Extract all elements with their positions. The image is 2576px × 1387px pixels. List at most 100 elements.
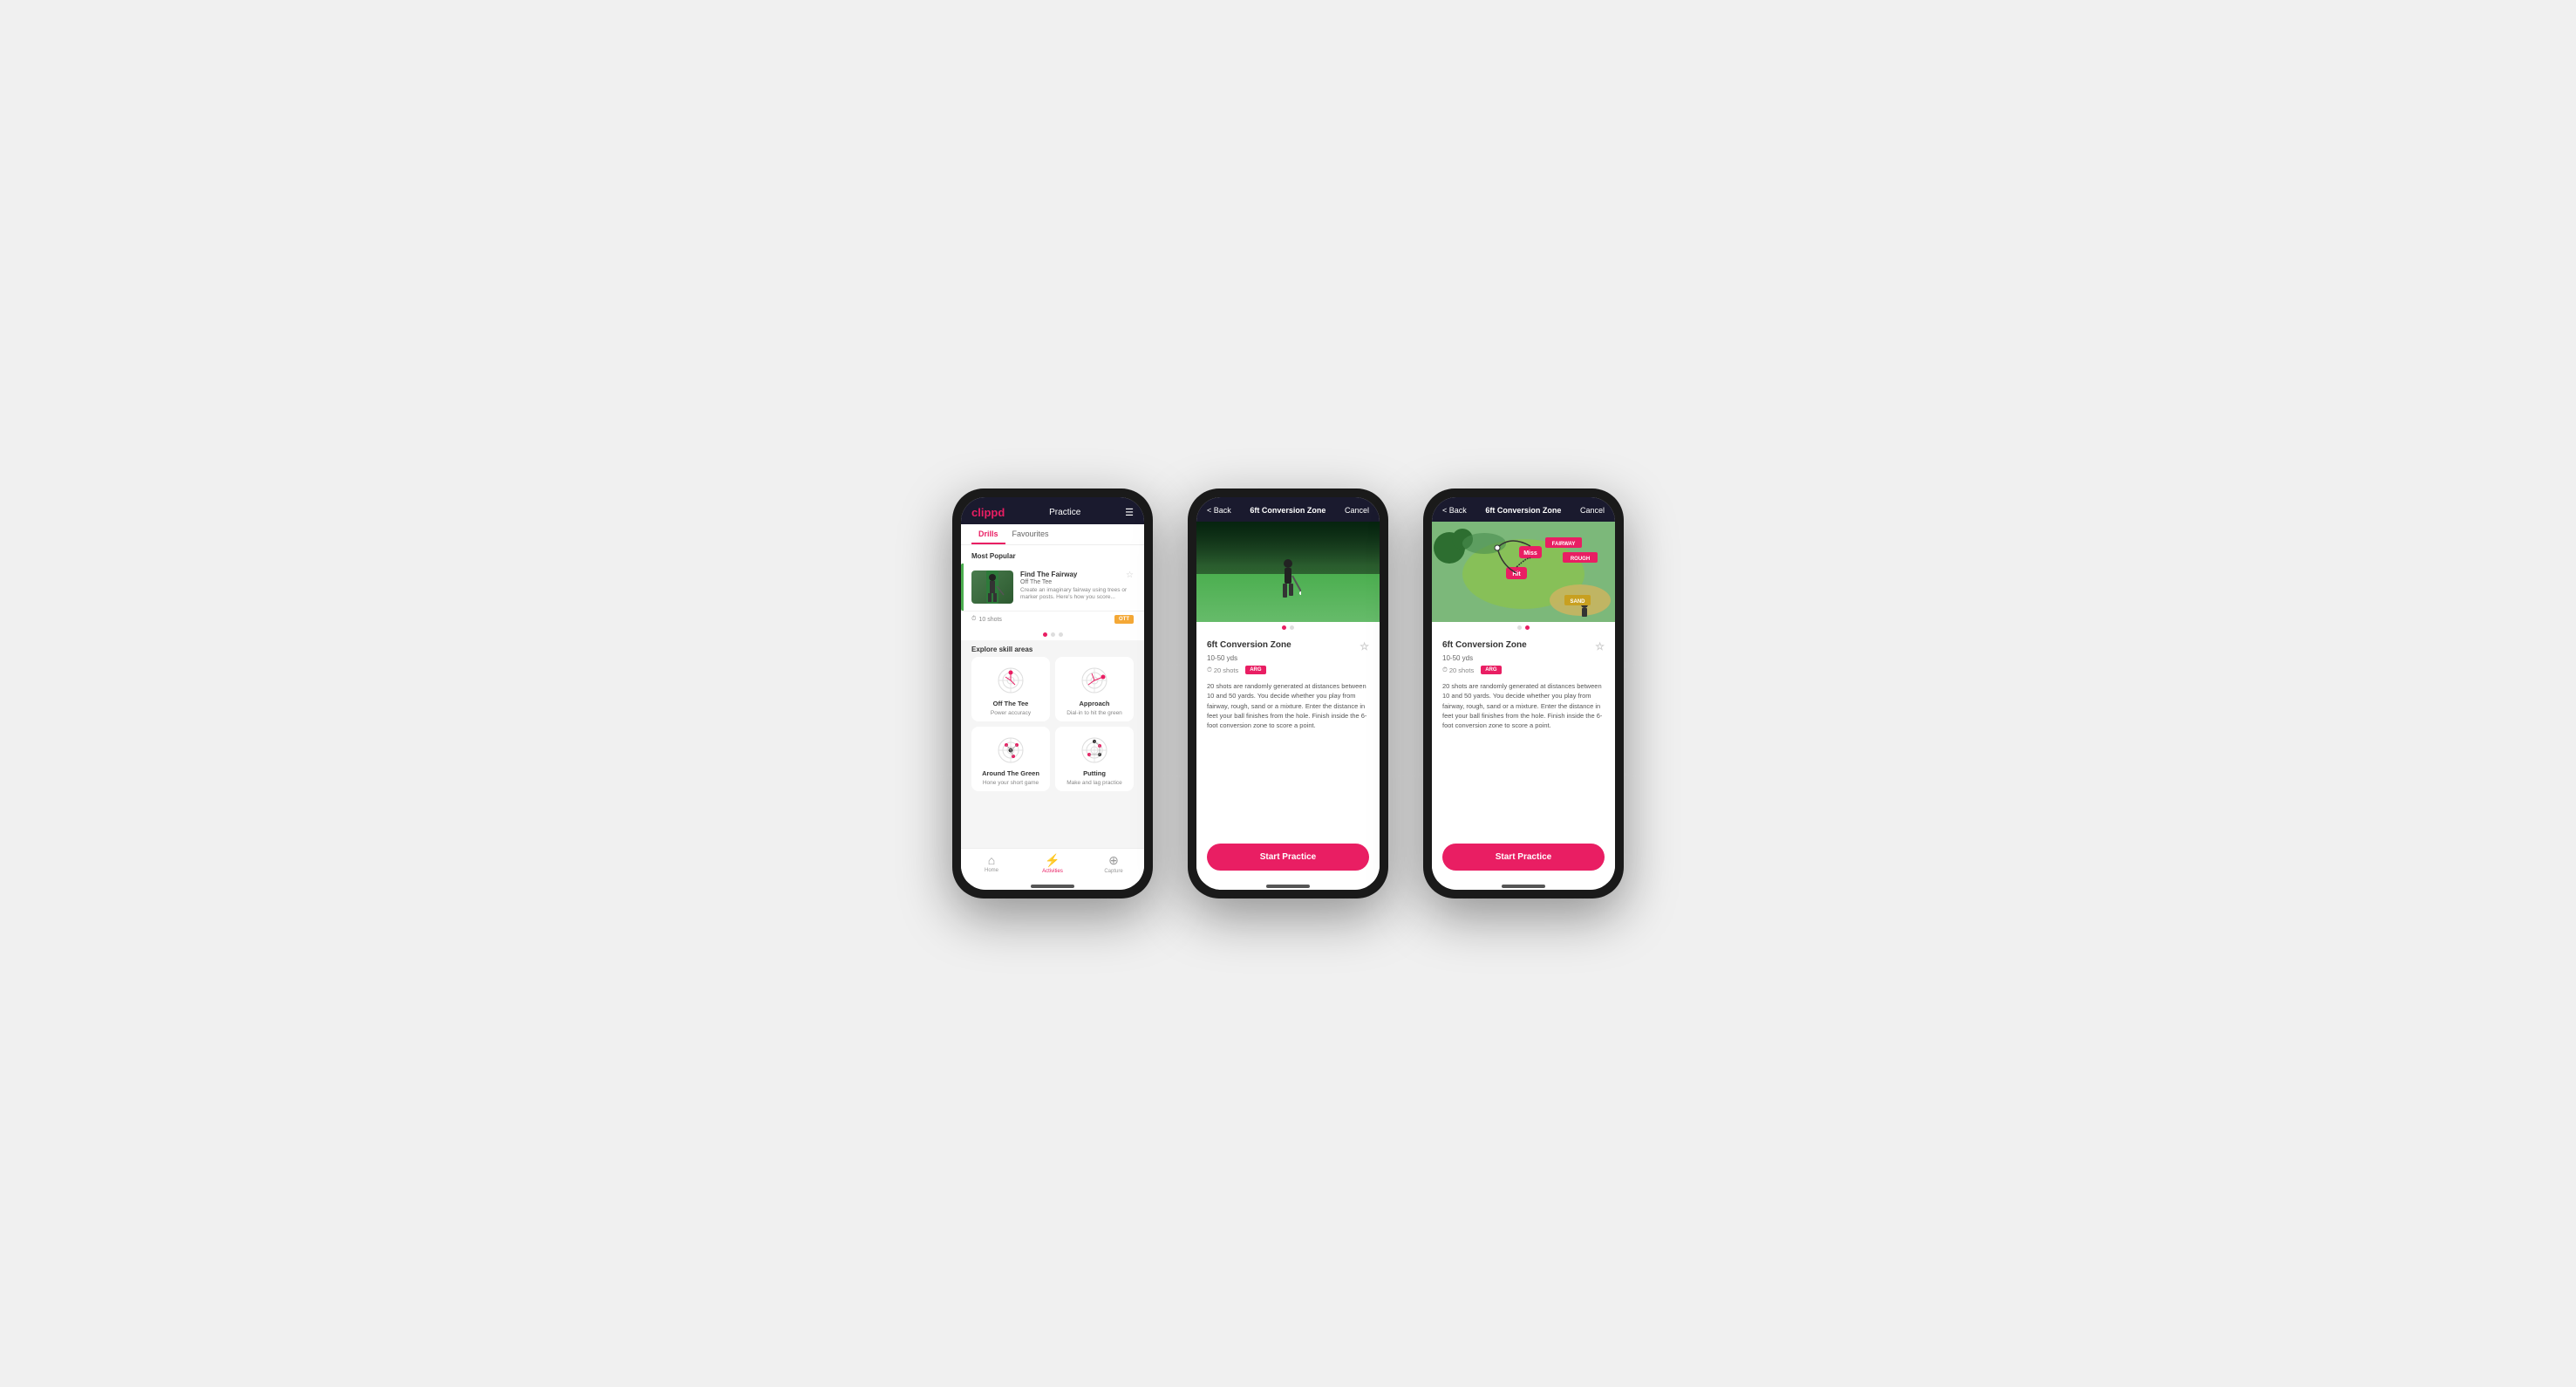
- favourite-star-icon[interactable]: ☆: [1126, 571, 1134, 580]
- nav-activities-label: Activities: [1042, 869, 1063, 874]
- nav-home[interactable]: ⌂ Home: [961, 853, 1022, 874]
- drill-map-header-title: 6ft Conversion Zone: [1485, 506, 1561, 515]
- approach-desc: Dial-in to hit the green: [1067, 710, 1122, 716]
- skill-approach[interactable]: Approach Dial-in to hit the green: [1055, 657, 1134, 721]
- drill-map-info: 6ft Conversion Zone ☆ 10-50 yds ⏱ 20 sho…: [1432, 633, 1615, 837]
- around-green-icon: [989, 734, 1032, 767]
- drill-map-meta: ⏱ 20 shots ARG: [1442, 666, 1605, 674]
- skill-putting[interactable]: Putting Make and lag practice: [1055, 727, 1134, 791]
- most-popular-title: Most Popular: [961, 545, 1144, 564]
- image-carousel-dots: [1196, 622, 1380, 633]
- golf-course-map: Hit Miss FAIRWAY ROUGH SAND: [1432, 522, 1615, 622]
- nav-activities[interactable]: ⚡ Activities: [1022, 853, 1083, 874]
- skill-off-the-tee[interactable]: Off The Tee Power accuracy: [971, 657, 1050, 721]
- svg-text:FAIRWAY: FAIRWAY: [1552, 542, 1576, 547]
- drill-map-description: 20 shots are randomly generated at dista…: [1442, 681, 1605, 730]
- drill-title-row: 6ft Conversion Zone ☆: [1207, 640, 1369, 653]
- bottom-navigation: ⌂ Home ⚡ Activities ⊕ Capture: [961, 848, 1144, 881]
- app-logo: clippd: [971, 506, 1005, 519]
- arg-map-badge: ARG: [1481, 666, 1501, 674]
- home-indicator: [1502, 885, 1545, 888]
- phone-3-screen: < Back 6ft Conversion Zone Cancel: [1432, 497, 1615, 890]
- dot-3[interactable]: [1059, 632, 1063, 637]
- image-dot-2[interactable]: [1290, 625, 1294, 630]
- card-text: Find The Fairway Off The Tee Create an i…: [1020, 571, 1134, 602]
- app-header: clippd Practice ☰: [961, 497, 1144, 524]
- image-carousel-dots-map: [1432, 622, 1615, 633]
- drill-info: 6ft Conversion Zone ☆ 10-50 yds ⏱ 20 sho…: [1196, 633, 1380, 837]
- home-icon: ⌂: [988, 853, 995, 867]
- home-indicator: [1031, 885, 1074, 888]
- off-tee-name: Off The Tee: [993, 700, 1029, 707]
- drill-map-title-row: 6ft Conversion Zone ☆: [1442, 640, 1605, 653]
- back-button[interactable]: < Back: [1442, 506, 1467, 515]
- card-drill-desc: Create an imaginary fairway using trees …: [1020, 587, 1134, 602]
- tab-bar: Drills Favourites: [961, 524, 1144, 545]
- card-footer: ⏱ 10 shots OTT: [961, 612, 1144, 629]
- drill-card-find-fairway[interactable]: Find The Fairway Off The Tee Create an i…: [961, 564, 1144, 612]
- cancel-button[interactable]: Cancel: [1580, 506, 1605, 515]
- course-map-svg: Hit Miss FAIRWAY ROUGH SAND: [1432, 522, 1615, 622]
- dot-2[interactable]: [1051, 632, 1055, 637]
- back-button[interactable]: < Back: [1207, 506, 1231, 515]
- card-drill-sub: Off The Tee: [1020, 579, 1134, 585]
- hamburger-icon[interactable]: ☰: [1125, 507, 1134, 518]
- dot-1[interactable]: [1043, 632, 1047, 637]
- map-dot-1[interactable]: [1517, 625, 1522, 630]
- header-title: Practice: [1049, 508, 1080, 517]
- phone-3: < Back 6ft Conversion Zone Cancel: [1423, 489, 1624, 898]
- svg-text:SAND: SAND: [1570, 599, 1585, 605]
- nav-home-label: Home: [985, 868, 998, 873]
- off-tee-icon: [989, 664, 1032, 697]
- drill-map-range: 10-50 yds: [1442, 654, 1605, 662]
- approach-icon: [1073, 664, 1116, 697]
- drill-name: 6ft Conversion Zone: [1207, 640, 1291, 650]
- clock-icon: ⏱: [971, 616, 976, 623]
- phone-1: clippd Practice ☰ Drills Favourites Most…: [952, 489, 1153, 898]
- tab-favourites[interactable]: Favourites: [1005, 524, 1056, 544]
- golfer-svg: [1275, 558, 1301, 606]
- clock-icon: ⏱: [1207, 666, 1212, 674]
- phone-1-screen: clippd Practice ☰ Drills Favourites Most…: [961, 497, 1144, 890]
- image-dot-1[interactable]: [1282, 625, 1286, 630]
- drill-range: 10-50 yds: [1207, 654, 1369, 662]
- ott-badge: OTT: [1114, 615, 1134, 624]
- tab-drills[interactable]: Drills: [971, 524, 1005, 544]
- drill-photo: [1196, 522, 1380, 622]
- approach-name: Approach: [1079, 700, 1109, 707]
- shots-label: ⏱ 20 shots: [1207, 666, 1238, 674]
- start-practice-button[interactable]: Start Practice: [1207, 844, 1369, 871]
- capture-icon: ⊕: [1108, 853, 1119, 868]
- shot-count: ⏱ 10 shots: [971, 616, 1002, 623]
- start-button-container: Start Practice: [1196, 837, 1380, 881]
- card-accent-bar: [961, 564, 964, 611]
- nav-capture[interactable]: ⊕ Capture: [1083, 853, 1144, 874]
- off-tee-desc: Power accuracy: [991, 710, 1031, 716]
- cancel-button[interactable]: Cancel: [1345, 506, 1369, 515]
- golfer-figure: [1275, 558, 1301, 612]
- skill-around-green[interactable]: Around The Green Hone your short game: [971, 727, 1050, 791]
- around-green-name: Around The Green: [982, 769, 1039, 777]
- start-practice-map-button[interactable]: Start Practice: [1442, 844, 1605, 871]
- drill-map-name: 6ft Conversion Zone: [1442, 640, 1527, 650]
- putting-desc: Make and lag practice: [1067, 780, 1122, 786]
- explore-title: Explore skill areas: [961, 640, 1144, 657]
- favourite-star-map-icon[interactable]: ☆: [1595, 640, 1605, 653]
- putting-name: Putting: [1083, 769, 1106, 777]
- map-dot-2[interactable]: [1525, 625, 1530, 630]
- around-green-desc: Hone your short game: [983, 780, 1039, 786]
- svg-text:Miss: Miss: [1523, 550, 1537, 557]
- golfer-thumbnail-icon: [979, 571, 1005, 604]
- drill-header-title: 6ft Conversion Zone: [1250, 506, 1325, 515]
- phone-2: < Back 6ft Conversion Zone Cancel: [1188, 489, 1388, 898]
- clock-map-icon: ⏱: [1442, 666, 1448, 674]
- drill-meta: ⏱ 20 shots ARG: [1207, 666, 1369, 674]
- putting-icon: [1073, 734, 1116, 767]
- arg-badge: ARG: [1245, 666, 1265, 674]
- activities-icon: ⚡: [1045, 853, 1060, 868]
- phone-2-screen: < Back 6ft Conversion Zone Cancel: [1196, 497, 1380, 890]
- favourite-star-icon[interactable]: ☆: [1360, 640, 1369, 653]
- main-content: Most Popular Fi: [961, 545, 1144, 848]
- drill-map-header: < Back 6ft Conversion Zone Cancel: [1432, 497, 1615, 522]
- drill-description: 20 shots are randomly generated at dista…: [1207, 681, 1369, 730]
